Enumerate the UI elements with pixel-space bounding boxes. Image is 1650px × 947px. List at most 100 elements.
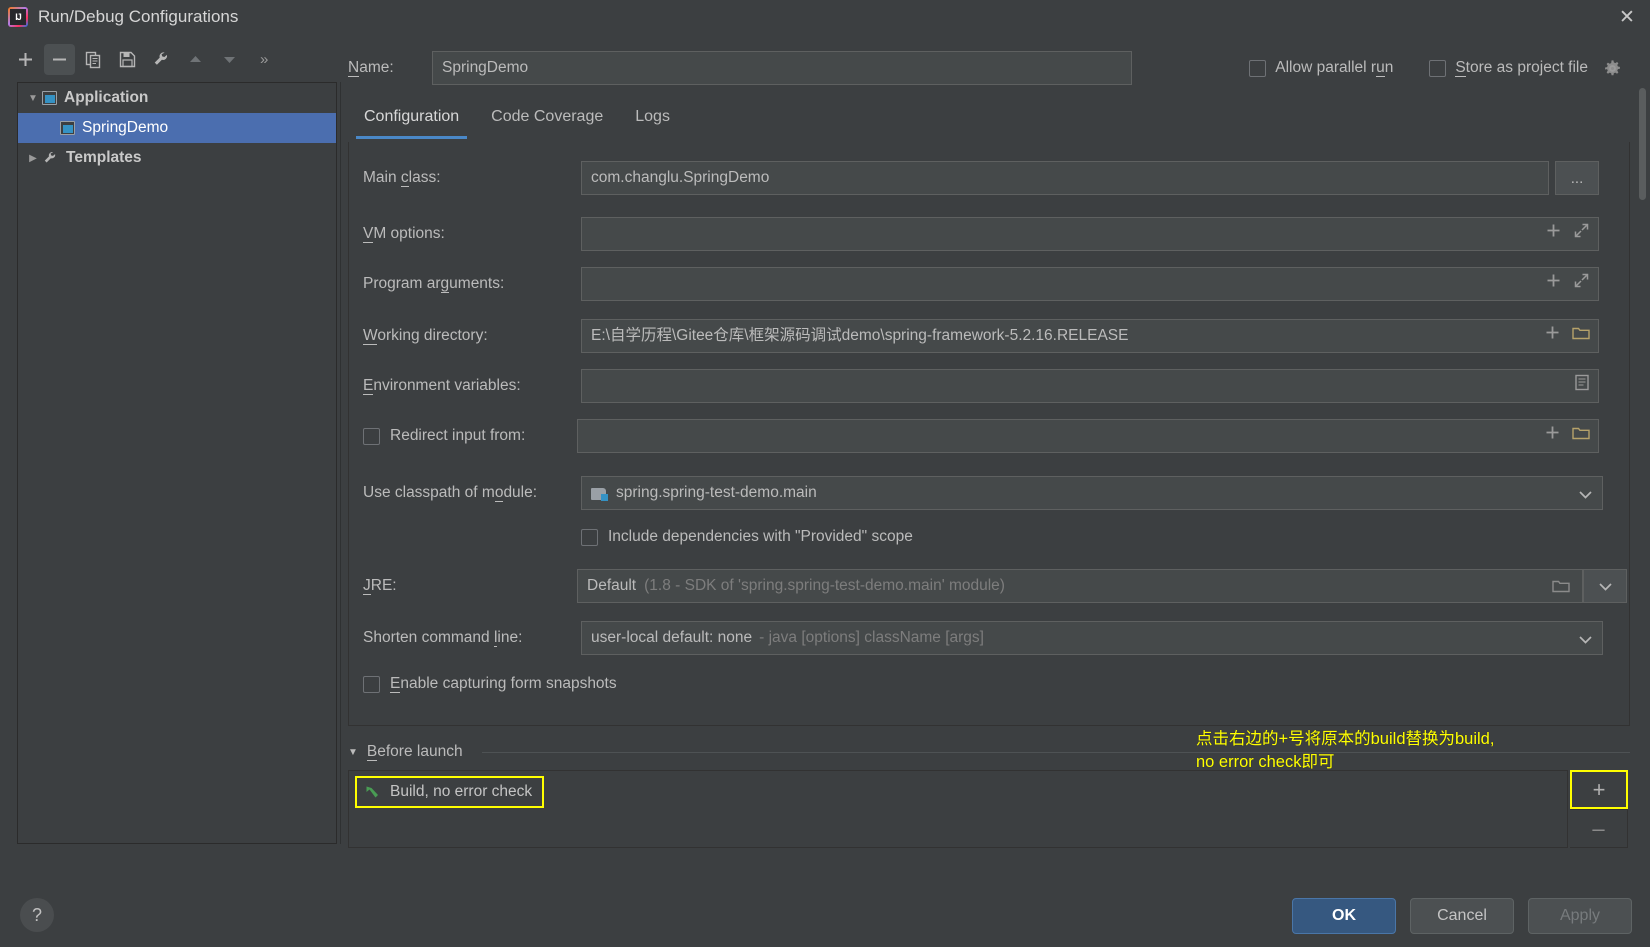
edit-templates-wrench-icon[interactable] xyxy=(146,44,177,75)
expand-icon[interactable] xyxy=(1573,269,1590,300)
shorten-command-line-row: Shorten command line: user-local default… xyxy=(349,621,1617,655)
working-directory-input[interactable]: E:\自学历程\Gitee仓库\框架源码调试demo\spring-framew… xyxy=(581,319,1599,353)
before-launch-item-build[interactable]: Build, no error check xyxy=(355,776,545,808)
move-up-button[interactable] xyxy=(180,44,211,75)
before-launch-buttons: + – xyxy=(1570,770,1630,848)
apply-button[interactable]: Apply xyxy=(1528,898,1632,934)
tree-item-templates[interactable]: ▶ Templates xyxy=(18,143,336,173)
checkbox-box[interactable] xyxy=(1429,59,1447,77)
jre-dropdown-button[interactable] xyxy=(1583,569,1627,603)
checkbox-box[interactable] xyxy=(581,528,598,546)
toolbar-overflow-button[interactable]: » xyxy=(260,51,268,68)
help-button[interactable]: ? xyxy=(20,898,54,932)
scrollbar-thumb[interactable] xyxy=(1639,88,1646,200)
configuration-editor: Name: SpringDemo Allow parallel run Stor… xyxy=(348,40,1630,848)
add-icon[interactable] xyxy=(1545,269,1562,300)
tree-item-label: Application xyxy=(64,89,149,106)
before-launch-add-button[interactable]: + xyxy=(1570,770,1628,809)
checkbox-box[interactable] xyxy=(363,675,380,693)
add-icon[interactable] xyxy=(1544,321,1561,352)
allow-parallel-run-checkbox[interactable]: Allow parallel run xyxy=(1249,59,1393,77)
tab-code-coverage[interactable]: Code Coverage xyxy=(475,102,619,142)
twisty-icon[interactable]: ▼ xyxy=(24,93,42,104)
vm-options-input[interactable] xyxy=(581,217,1599,251)
application-icon xyxy=(42,91,57,105)
add-icon[interactable] xyxy=(1545,219,1562,250)
build-hammer-icon xyxy=(363,783,381,801)
remove-configuration-button[interactable] xyxy=(44,43,75,75)
store-as-project-file-checkbox[interactable]: Store as project file xyxy=(1429,59,1622,78)
configurations-tree[interactable]: ▼ Application SpringDemo ▶ Templates xyxy=(17,82,337,844)
tree-item-label: SpringDemo xyxy=(82,119,169,136)
checkbox-box[interactable] xyxy=(1249,59,1267,77)
cancel-button[interactable]: Cancel xyxy=(1410,898,1514,934)
folder-icon[interactable] xyxy=(1572,421,1590,452)
jre-combo[interactable]: Default (1.8 - SDK of 'spring.spring-tes… xyxy=(577,569,1583,603)
move-down-button[interactable] xyxy=(214,44,245,75)
tree-item-label: Templates xyxy=(66,149,142,166)
shorten-command-line-detail: - java [options] className [args] xyxy=(759,629,984,646)
annotation-note: 点击右边的+号将原本的build替换为build, no error check… xyxy=(1196,730,1495,772)
main-class-browse-button[interactable]: ... xyxy=(1555,161,1599,195)
redirect-input-row: Redirect input from: xyxy=(349,419,1617,453)
tree-item-springdemo[interactable]: SpringDemo xyxy=(18,113,336,143)
folder-icon[interactable] xyxy=(1572,321,1590,352)
redirect-input-field[interactable] xyxy=(577,419,1599,453)
enable-capturing-checkbox[interactable]: Enable capturing form snapshots xyxy=(363,667,617,701)
title-bar: Run/Debug Configurations ✕ xyxy=(0,0,1650,34)
twisty-icon[interactable]: ▼ xyxy=(348,747,358,758)
dialog-buttons: OK Cancel Apply xyxy=(1292,898,1632,934)
gear-icon[interactable] xyxy=(1603,59,1622,78)
jre-label: JRE: xyxy=(363,577,397,595)
application-icon xyxy=(60,121,75,135)
redirect-input-label: Redirect input from: xyxy=(390,427,526,444)
before-launch-remove-button[interactable]: – xyxy=(1570,809,1628,848)
tab-configuration[interactable]: Configuration xyxy=(348,102,475,142)
working-directory-icons xyxy=(1544,320,1590,352)
classpath-module-label: Use classpath of module: xyxy=(363,484,538,502)
redirect-input-icons xyxy=(1544,420,1590,452)
name-input[interactable]: SpringDemo xyxy=(432,51,1132,85)
tree-item-application[interactable]: ▼ Application xyxy=(18,83,336,113)
dialog-title: Run/Debug Configurations xyxy=(38,7,239,26)
configurations-toolbar: » xyxy=(10,40,320,78)
vm-options-row: VM options: xyxy=(349,217,1617,251)
ok-button[interactable]: OK xyxy=(1292,898,1396,934)
store-as-project-file-label: Store as project file xyxy=(1455,59,1588,77)
program-arguments-input[interactable] xyxy=(581,267,1599,301)
shorten-command-line-value: user-local default: none xyxy=(591,629,753,646)
include-provided-scope-label: Include dependencies with "Provided" sco… xyxy=(608,528,913,545)
main-class-input[interactable]: com.changlu.SpringDemo xyxy=(581,161,1549,195)
copy-configuration-button[interactable] xyxy=(78,44,109,75)
chevron-down-icon[interactable] xyxy=(1579,622,1592,654)
checkbox-box[interactable] xyxy=(363,427,380,445)
environment-variables-input[interactable] xyxy=(581,369,1599,403)
tab-logs[interactable]: Logs xyxy=(619,102,686,142)
allow-parallel-run-label: Allow parallel run xyxy=(1275,59,1394,77)
jre-folder-icon[interactable] xyxy=(1552,570,1570,602)
vertical-scrollbar[interactable] xyxy=(1637,88,1648,828)
program-arguments-label: Program arguments: xyxy=(363,275,505,293)
environment-variables-icons xyxy=(1574,370,1590,402)
add-icon[interactable] xyxy=(1544,421,1561,452)
redirect-input-checkbox[interactable]: Redirect input from: xyxy=(363,427,525,445)
jre-value-detail: (1.8 - SDK of 'spring.spring-test-demo.m… xyxy=(644,577,1005,594)
jre-row: JRE: Default (1.8 - SDK of 'spring.sprin… xyxy=(349,569,1627,603)
working-directory-value: E:\自学历程\Gitee仓库\框架源码调试demo\spring-framew… xyxy=(591,327,1129,344)
include-provided-scope-checkbox[interactable]: Include dependencies with "Provided" sco… xyxy=(581,520,913,554)
add-configuration-button[interactable] xyxy=(10,44,41,75)
module-icon xyxy=(591,486,608,501)
twisty-icon[interactable]: ▶ xyxy=(24,153,42,164)
save-configuration-button[interactable] xyxy=(112,44,143,75)
classpath-module-row: Use classpath of module: spring.spring-t… xyxy=(349,476,1617,510)
vm-options-label: VM options: xyxy=(363,225,445,243)
before-launch-item-label: Build, no error check xyxy=(390,783,533,800)
browse-list-icon[interactable] xyxy=(1574,371,1590,402)
chevron-down-icon[interactable] xyxy=(1579,477,1592,509)
expand-icon[interactable] xyxy=(1573,219,1590,250)
shorten-command-line-combo[interactable]: user-local default: none - java [options… xyxy=(581,621,1603,655)
main-class-label: Main class: xyxy=(363,169,441,187)
before-launch-list[interactable]: Build, no error check xyxy=(348,770,1568,848)
classpath-module-combo[interactable]: spring.spring-test-demo.main xyxy=(581,476,1603,510)
close-icon[interactable]: ✕ xyxy=(1604,0,1650,34)
